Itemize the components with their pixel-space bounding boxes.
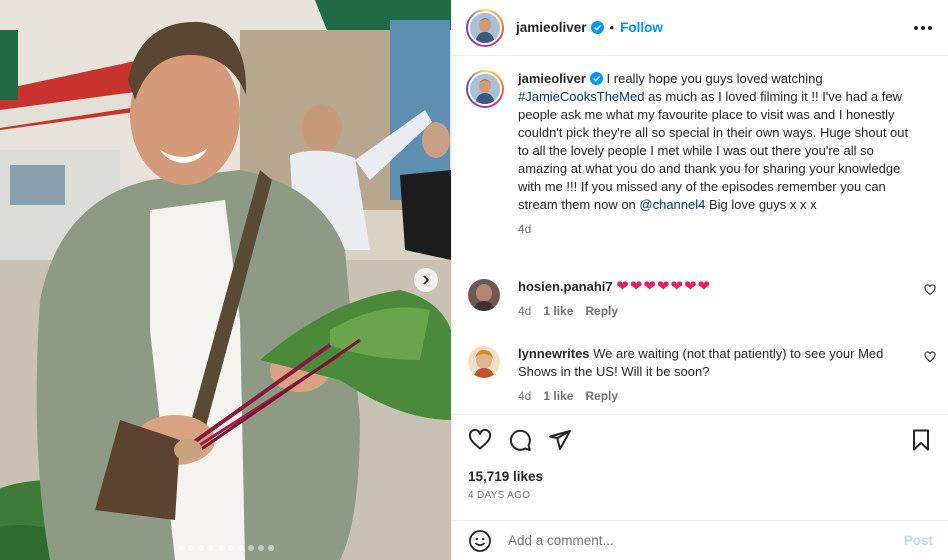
comment-item: lynnewrites We are waiting (not that pat… — [466, 345, 936, 405]
carousel-dot — [267, 545, 274, 551]
add-comment-bar: Post — [452, 520, 948, 560]
caption-author-avatar[interactable] — [466, 70, 504, 108]
carousel-dot — [197, 545, 204, 551]
comment-reply-button[interactable]: Reply — [585, 387, 618, 405]
save-bookmark-icon[interactable] — [909, 428, 933, 452]
caption-meta: 4d — [518, 220, 918, 238]
carousel-dot — [207, 545, 214, 551]
emoji-icon[interactable] — [468, 529, 492, 553]
comment-reply-button[interactable]: Reply — [585, 302, 618, 320]
verified-badge-icon — [589, 72, 603, 85]
comment-meta: 4d 1 like Reply — [518, 302, 908, 320]
comment-like-heart-icon[interactable] — [924, 284, 936, 296]
comment-timestamp[interactable]: 4d — [518, 387, 531, 405]
share-send-icon[interactable] — [548, 428, 572, 452]
follow-button[interactable]: Follow — [620, 20, 663, 35]
comment-avatar-image — [468, 279, 500, 311]
comment-timestamp[interactable]: 4d — [518, 302, 531, 320]
comment-bubble-icon[interactable] — [508, 428, 532, 452]
carousel-next-button[interactable] — [414, 268, 438, 292]
chevron-right-icon — [423, 275, 430, 285]
verified-badge-icon — [590, 21, 604, 34]
comment-avatar[interactable] — [468, 346, 500, 378]
carousel-dot — [217, 545, 224, 551]
comments-section[interactable]: jamieoliver I really hope you guys loved… — [452, 56, 948, 414]
comment-avatar-image — [468, 346, 500, 378]
carousel-dot — [187, 545, 194, 551]
comment-like-heart-icon[interactable] — [924, 351, 936, 363]
caption-text-main: as much as I loved filming it !! I've ha… — [518, 89, 909, 212]
comment-body: hosien.panahi7 ❤❤❤❤❤❤❤ 4d 1 like Reply — [518, 278, 908, 320]
carousel-dot — [227, 545, 234, 551]
author-avatar-image — [470, 12, 500, 43]
carousel-dot — [237, 545, 244, 551]
carousel-dot — [247, 545, 254, 551]
post-actions: 15,719 likes 4 DAYS AGO — [452, 414, 948, 501]
caption-hashtag-link[interactable]: #JamieCooksTheMed — [518, 89, 644, 104]
post-comment-button[interactable]: Post — [904, 533, 933, 548]
market-scene-image — [0, 0, 451, 560]
comment-avatar[interactable] — [468, 279, 500, 311]
post-caption: jamieoliver I really hope you guys loved… — [466, 70, 936, 238]
carousel-dot — [257, 545, 264, 551]
comment-likes-count[interactable]: 1 like — [543, 387, 573, 405]
caption-timestamp[interactable]: 4d — [518, 220, 531, 238]
comment-text: ❤❤❤❤❤❤❤ — [616, 278, 712, 295]
comment-body: lynnewrites We are waiting (not that pat… — [518, 345, 908, 405]
caption-text-intro: I really hope you guys loved watching — [602, 71, 823, 86]
comment-meta: 4d 1 like Reply — [518, 387, 908, 405]
caption-mention-link[interactable]: @channel4 — [639, 197, 705, 212]
author-avatar[interactable] — [466, 8, 504, 47]
caption-username[interactable]: jamieoliver — [518, 71, 586, 86]
more-options-icon[interactable] — [914, 25, 932, 30]
comment-username[interactable]: lynnewrites — [518, 346, 590, 361]
carousel-dot — [177, 545, 184, 551]
action-icons-row — [452, 415, 948, 465]
post-date[interactable]: 4 DAYS AGO — [452, 490, 948, 501]
carousel-dots — [0, 545, 451, 551]
like-heart-icon[interactable] — [468, 428, 492, 452]
header-separator: • — [609, 20, 615, 35]
caption-text-outro: Big love guys x x x — [705, 197, 817, 212]
post-photo[interactable] — [0, 0, 451, 560]
caption-avatar-image — [470, 74, 500, 104]
post-side-panel: jamieoliver • Follow jamieoliver I reall… — [451, 0, 948, 560]
comment-input[interactable] — [508, 533, 904, 548]
header-username[interactable]: jamieoliver — [516, 20, 587, 35]
post-header: jamieoliver • Follow — [452, 0, 948, 56]
comment-likes-count[interactable]: 1 like — [543, 302, 573, 320]
comment-username[interactable]: hosien.panahi7 — [518, 279, 613, 294]
caption-body: jamieoliver I really hope you guys loved… — [518, 70, 918, 238]
comment-item: hosien.panahi7 ❤❤❤❤❤❤❤ 4d 1 like Reply — [466, 278, 936, 320]
caption-text: jamieoliver I really hope you guys loved… — [518, 70, 918, 214]
likes-count[interactable]: 15,719 likes — [452, 469, 948, 484]
